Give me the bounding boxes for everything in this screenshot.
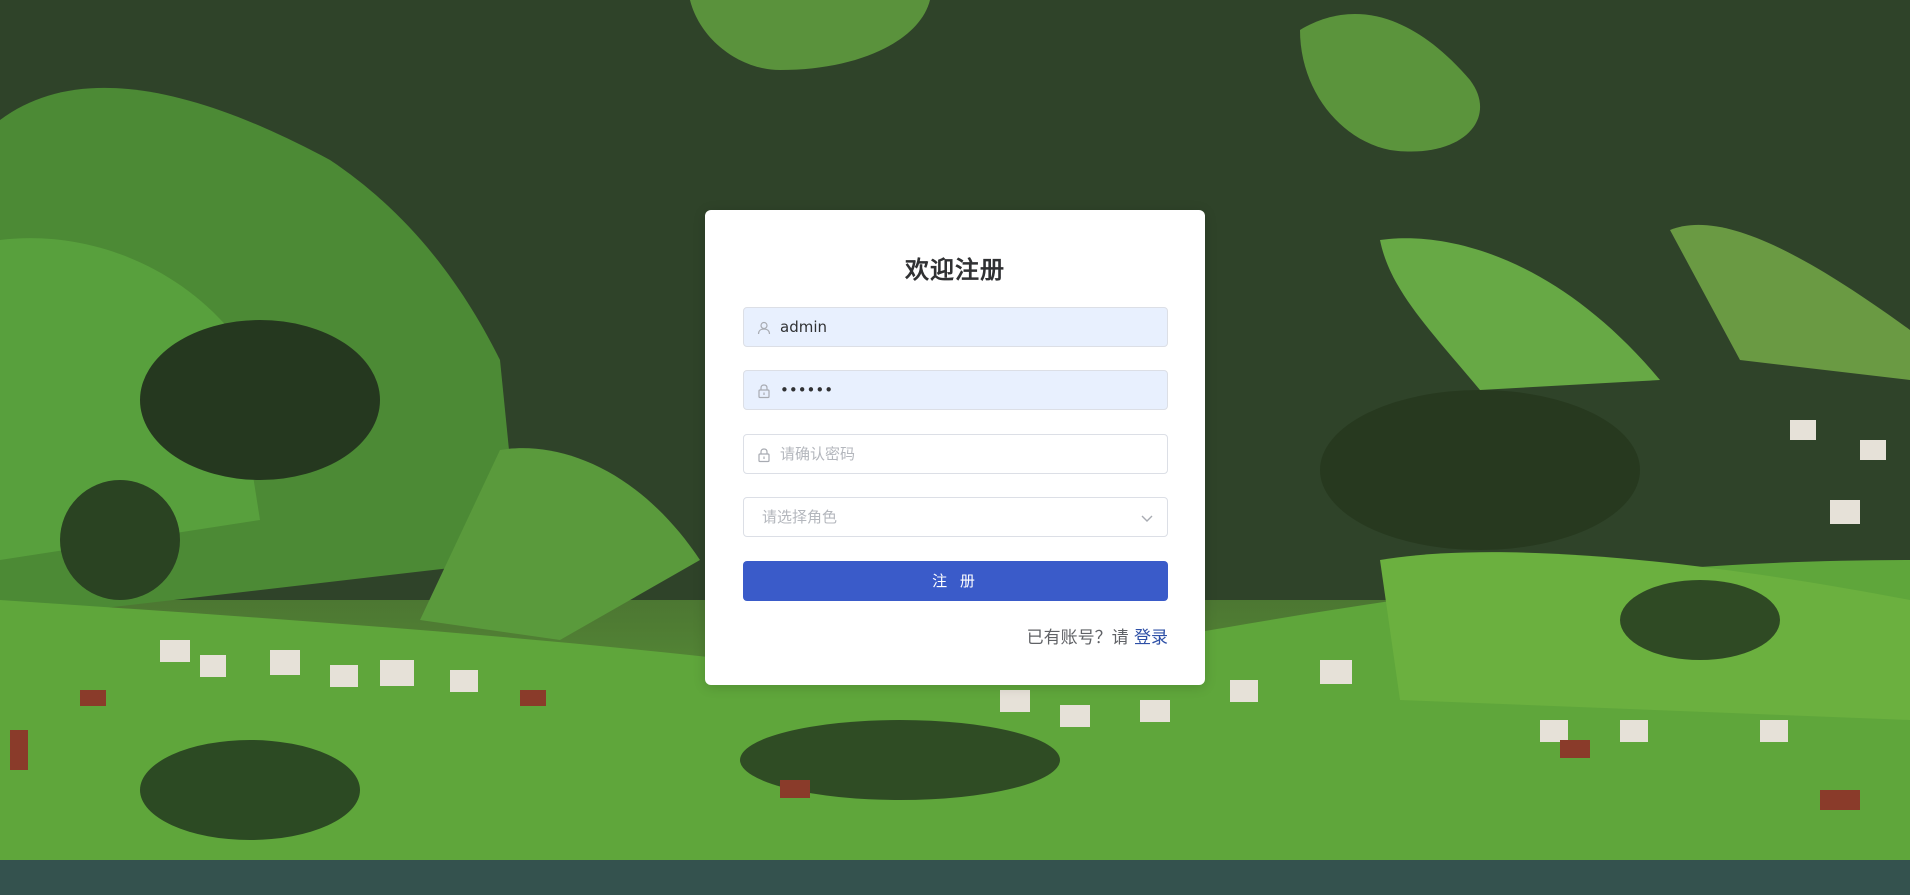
role-select[interactable]: 请选择角色	[743, 497, 1168, 537]
confirm-password-input[interactable]	[780, 435, 1150, 473]
user-icon	[757, 321, 771, 335]
role-select-placeholder: 请选择角色	[762, 508, 838, 526]
password-field[interactable]	[743, 370, 1168, 410]
register-title: 欢迎注册	[905, 256, 1005, 284]
lock-icon	[758, 384, 770, 399]
register-button[interactable]: 注 册	[743, 561, 1168, 601]
login-prompt-text: 已有账号？请	[1026, 628, 1129, 648]
lock-icon	[758, 448, 770, 463]
username-input[interactable]	[780, 308, 1150, 346]
login-link[interactable]: 登录	[1134, 628, 1168, 648]
login-prompt: 已有账号？请 登录	[1027, 623, 1168, 648]
chevron-down-icon	[1141, 515, 1153, 522]
confirm-password-field[interactable]	[743, 434, 1168, 474]
username-field[interactable]	[743, 307, 1168, 347]
register-card: 欢迎注册 请选择角色 注 册 已有账号？请 登录	[705, 210, 1205, 685]
password-input[interactable]	[780, 371, 1150, 409]
